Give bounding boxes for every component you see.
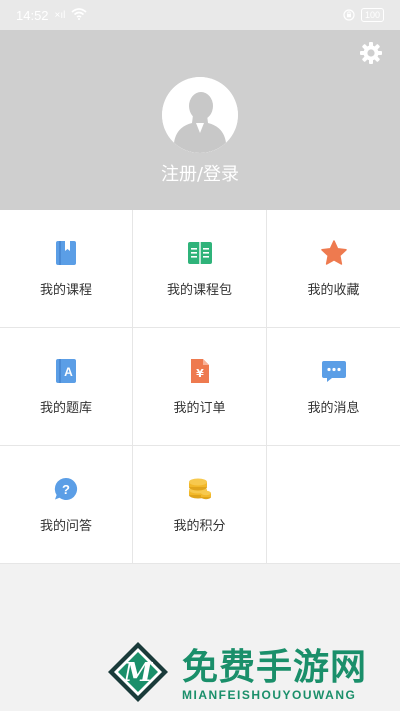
login-register-link[interactable]: 注册/登录: [0, 160, 400, 186]
menu-item-my-orders[interactable]: ¥ 我的订单: [133, 328, 267, 446]
menu-item-my-qa[interactable]: ? 我的问答: [0, 446, 133, 564]
status-left: 14:52 ×ıl: [16, 8, 87, 23]
menu-item-label: 我的课程包: [166, 283, 232, 298]
watermark: M 免费手游网 MIANFEISHOUYOUWANG: [100, 636, 400, 711]
chat-bubble-icon: [320, 357, 348, 385]
profile-header: 注册/登录: [0, 30, 400, 210]
svg-text:¥: ¥: [196, 367, 204, 380]
menu-item-my-course-packages[interactable]: 我的课程包: [133, 210, 267, 328]
watermark-title: 免费手游网: [182, 647, 368, 688]
menu-item-label: 我的积分: [173, 519, 226, 534]
menu-item-my-courses[interactable]: 我的课程: [0, 210, 133, 328]
watermark-subtitle: MIANFEISHOUYOUWANG: [182, 688, 357, 702]
menu-item-label: 我的题库: [39, 401, 92, 416]
order-document-icon: ¥: [186, 357, 214, 385]
svg-text:?: ?: [62, 482, 70, 497]
svg-text:A: A: [64, 365, 73, 379]
lock-rotation-icon: [343, 6, 355, 25]
menu-grid: 我的课程 我的课程包 我的收藏 A 我的题库 ¥ 我的订单 我的消息 ? 我的问…: [0, 210, 400, 564]
star-icon: [320, 239, 348, 267]
wifi-icon: [71, 7, 87, 23]
menu-item-my-points[interactable]: 我的积分: [133, 446, 267, 564]
avatar[interactable]: [162, 77, 238, 153]
menu-item-label: 我的收藏: [307, 283, 360, 298]
status-time: 14:52: [16, 7, 49, 23]
battery-icon: 100: [360, 8, 384, 22]
menu-item-label: 我的消息: [307, 401, 360, 416]
menu-item-my-favorites[interactable]: 我的收藏: [267, 210, 400, 328]
bookmark-book-icon: [52, 239, 80, 267]
svg-text:M: M: [123, 658, 154, 688]
menu-item-my-messages[interactable]: 我的消息: [267, 328, 400, 446]
menu-item-label: 我的课程: [39, 283, 92, 298]
open-book-icon: [186, 239, 214, 267]
settings-button[interactable]: [358, 40, 384, 66]
menu-item-label: 我的问答: [39, 519, 92, 534]
user-silhouette-icon: [162, 77, 238, 153]
question-bubble-icon: ?: [52, 475, 80, 503]
status-bar: 14:52 ×ıl 100: [0, 0, 400, 30]
status-right: 100: [343, 6, 384, 25]
menu-item-my-question-bank[interactable]: A 我的题库: [0, 328, 133, 446]
watermark-logo: M: [108, 642, 168, 702]
gear-icon: [360, 42, 382, 64]
menu-empty-cell: [267, 446, 400, 564]
signal-label: ×ıl: [54, 9, 66, 21]
question-bank-icon: A: [52, 357, 80, 385]
coins-icon: [186, 475, 214, 503]
menu-item-label: 我的订单: [173, 401, 226, 416]
